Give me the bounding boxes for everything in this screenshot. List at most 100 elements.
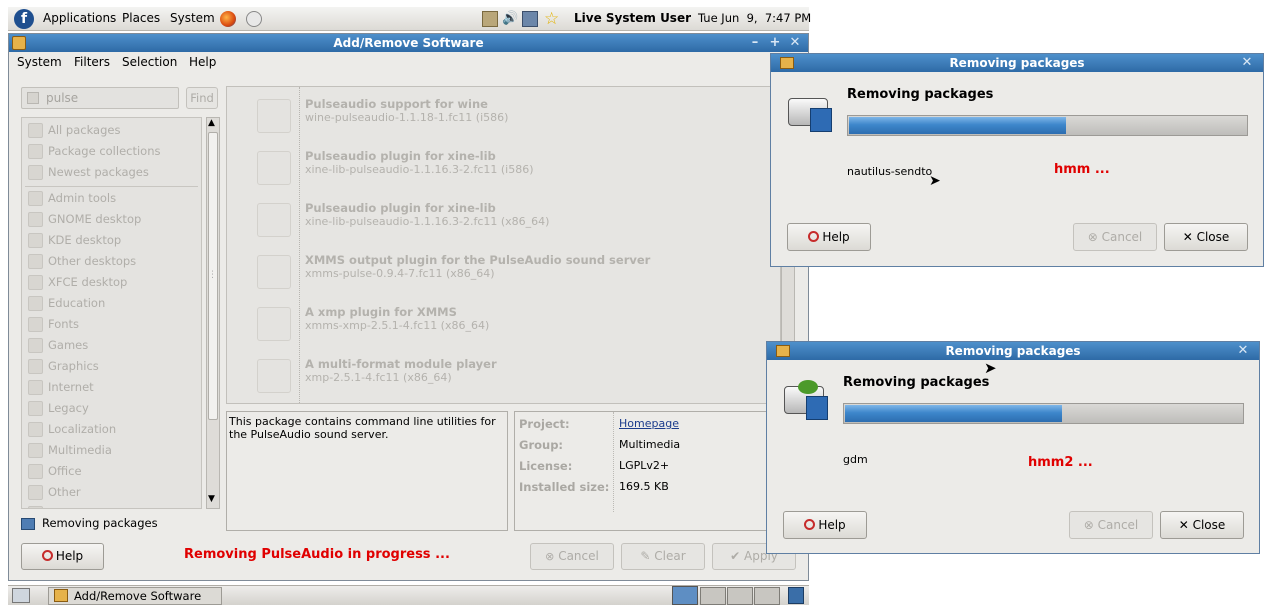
apply-icon: ✔	[730, 549, 741, 563]
package-row[interactable]: Pulseaudio support for wine wine-pulseaud…	[227, 89, 775, 141]
trash-icon[interactable]	[788, 587, 804, 604]
dialog1-close-icon[interactable]: ✕	[1239, 55, 1255, 71]
dialog1-cancel-button[interactable]: ⊗ Cancel	[1073, 223, 1157, 251]
mail-clock-icon[interactable]	[246, 11, 262, 27]
search-input[interactable]: pulse	[21, 87, 179, 109]
panel-clock[interactable]: Tue Jun 9, 7:47 PM	[698, 11, 811, 25]
package-row[interactable]: A xmp plugin for XMMS xmms-xmp-2.5.1-4.fc…	[227, 297, 775, 349]
taskbar-app-icon	[54, 589, 68, 602]
package-title: A multi-format module player	[305, 357, 497, 371]
sidebar-category-item[interactable]: Fonts	[26, 314, 201, 335]
taskbar-add-remove-software[interactable]: Add/Remove Software	[48, 587, 222, 605]
menu-help[interactable]: Help	[189, 55, 216, 69]
sidebar-category-item[interactable]: Other desktops	[26, 251, 201, 272]
package-row[interactable]: Pulseaudio plugin for xine-lib xine-lib-p…	[227, 141, 775, 193]
sidebar-category-item[interactable]: Office	[26, 461, 201, 482]
project-label: Project:	[519, 417, 570, 431]
category-icon	[28, 380, 43, 395]
workspace-3[interactable]	[727, 587, 753, 605]
sidebar-group-item[interactable]: All packages	[26, 120, 201, 141]
dialog1-help-button[interactable]: Help	[787, 223, 871, 251]
taskbar-dialog-icon[interactable]	[672, 586, 698, 605]
clear-button[interactable]: ✎ Clear	[621, 543, 705, 570]
scroll-up-icon[interactable]: ▲	[208, 118, 215, 128]
workspace-4[interactable]	[754, 587, 780, 605]
sidebar-category-item[interactable]: Localization	[26, 419, 201, 440]
sidebar-item-label: Office	[48, 464, 82, 478]
dialog1-menu-icon[interactable]	[780, 57, 794, 69]
sidebar-group-item[interactable]: Newest packages	[26, 162, 201, 183]
group-value: Multimedia	[619, 438, 681, 451]
dialog2-menu-icon[interactable]	[776, 345, 790, 357]
dialog2-close-icon[interactable]: ✕	[1235, 343, 1251, 359]
sidebar-category-item[interactable]: Graphics	[26, 356, 201, 377]
removing-packages-dialog-2: Removing packages ✕ ➤ Removing packages …	[766, 341, 1260, 554]
window-menu-icon[interactable]	[12, 36, 26, 50]
status-text: Removing packages	[42, 516, 158, 530]
close-icon[interactable]: ✕	[787, 35, 803, 51]
system-menu[interactable]: System	[170, 11, 215, 25]
package-row[interactable]: Pulseaudio plugin for xine-lib xine-lib-p…	[227, 193, 775, 245]
menu-selection[interactable]: Selection	[122, 55, 177, 69]
menu-filters[interactable]: Filters	[74, 55, 110, 69]
workspace-2[interactable]	[700, 587, 726, 605]
main-titlebar[interactable]: Add/Remove Software – + ✕	[9, 34, 808, 52]
package-updater-icon[interactable]	[482, 11, 498, 27]
package-title: Pulseaudio plugin for xine-lib	[305, 201, 496, 215]
package-icon	[257, 151, 291, 185]
scroll-down-icon[interactable]: ▼	[208, 494, 215, 504]
applications-menu[interactable]: Applications	[43, 11, 116, 25]
sidebar-category-item[interactable]: Games	[26, 335, 201, 356]
panel-user-name[interactable]: Live System User	[574, 11, 691, 25]
sidebar-category-item[interactable]: Legacy	[26, 398, 201, 419]
fedora-logo-icon[interactable]: f	[14, 9, 34, 29]
package-icon	[257, 307, 291, 341]
dialog2-cancel-button[interactable]: ⊗ Cancel	[1069, 511, 1153, 539]
license-value: LGPLv2+	[619, 459, 670, 472]
dialog2-close-btn-icon: ✕	[1178, 518, 1189, 532]
find-button[interactable]: Find	[186, 87, 218, 109]
bottom-panel: Add/Remove Software	[8, 585, 809, 605]
sidebar-group-item[interactable]: Package collections	[26, 141, 201, 162]
firefox-icon[interactable]	[220, 11, 236, 27]
show-desktop-icon[interactable]	[12, 588, 30, 603]
search-input-value: pulse	[46, 91, 79, 105]
clear-icon: ✎	[640, 549, 651, 563]
dialog2-titlebar[interactable]: Removing packages ✕	[767, 342, 1259, 360]
sidebar-scrollbar[interactable]: ▲ ▼	[206, 117, 220, 509]
sidebar-category-item[interactable]: Programming	[26, 503, 201, 508]
sidebar-category-item[interactable]: Education	[26, 293, 201, 314]
sidebar-item-label: Newest packages	[48, 165, 149, 179]
status-package-icon	[21, 518, 35, 530]
dialog2-help-button[interactable]: Help	[783, 511, 867, 539]
network-icon[interactable]	[522, 11, 538, 27]
star-icon[interactable]: ☆	[544, 11, 560, 28]
sidebar-item-label: KDE desktop	[48, 233, 122, 247]
places-menu[interactable]: Places	[122, 11, 160, 25]
dialog1-titlebar[interactable]: Removing packages ✕	[771, 54, 1263, 72]
menu-system[interactable]: System	[17, 55, 62, 69]
help-button[interactable]: Help	[21, 543, 104, 570]
package-row[interactable]: XMMS output plugin for the PulseAudio so…	[227, 245, 775, 297]
sidebar-category-item[interactable]: Multimedia	[26, 440, 201, 461]
pane-resize-handle[interactable]: ⋮	[208, 270, 217, 280]
package-id: xmp-2.5.1-4.fc11 (x86_64)	[305, 371, 452, 384]
package-row[interactable]: A multi-format module player xmp-2.5.1-4.…	[227, 349, 775, 401]
sidebar-category-item[interactable]: KDE desktop	[26, 230, 201, 251]
dialog2-close-button[interactable]: ✕ Close	[1160, 511, 1244, 539]
sidebar-category-item[interactable]: GNOME desktop	[26, 209, 201, 230]
package-icon	[257, 203, 291, 237]
package-details: Project: Homepage Group: Multimedia Lice…	[514, 411, 794, 531]
cancel-button[interactable]: ⊗ Cancel	[530, 543, 614, 570]
sidebar-category-item[interactable]: XFCE desktop	[26, 272, 201, 293]
dialog2-cancel-label: Cancel	[1097, 518, 1139, 532]
maximize-icon[interactable]: +	[767, 35, 783, 51]
dialog2-package-remove-icon	[784, 380, 830, 422]
dialog1-close-button[interactable]: ✕ Close	[1164, 223, 1248, 251]
volume-icon[interactable]: 🔊	[502, 11, 518, 27]
sidebar-category-item[interactable]: Admin tools	[26, 188, 201, 209]
sidebar-category-item[interactable]: Other	[26, 482, 201, 503]
minimize-icon[interactable]: –	[747, 35, 763, 51]
sidebar-category-item[interactable]: Internet	[26, 377, 201, 398]
homepage-link[interactable]: Homepage	[619, 417, 679, 430]
